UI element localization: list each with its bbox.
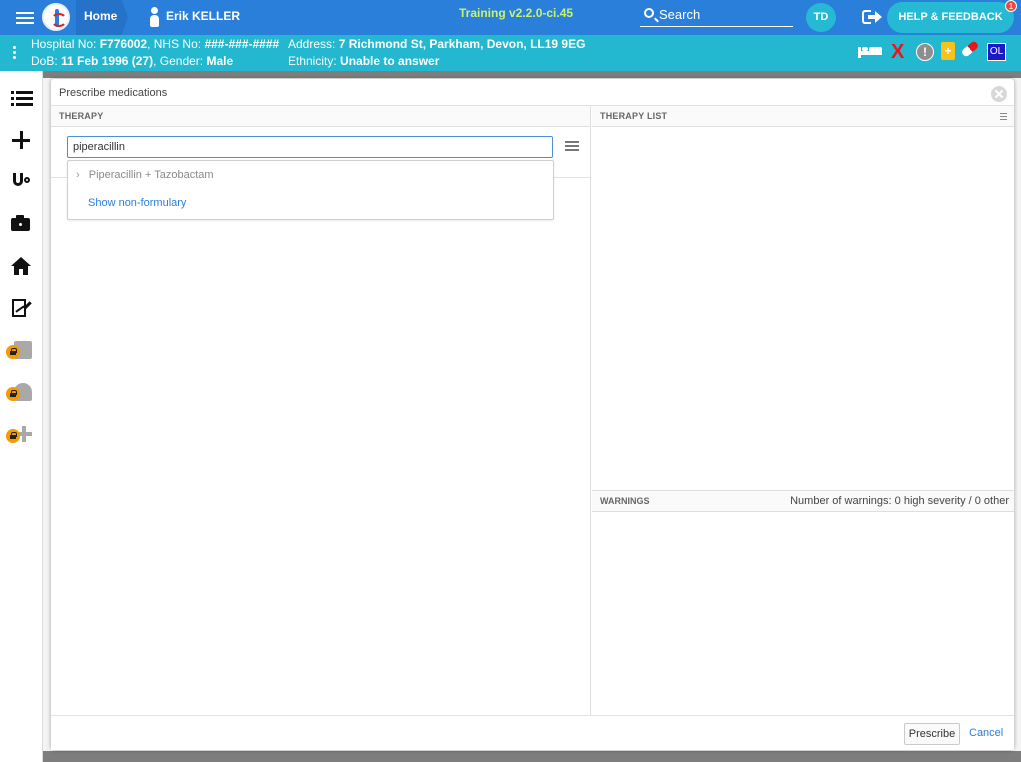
search-icon [644,8,654,18]
close-icon[interactable] [991,86,1007,102]
hamburger-menu-icon[interactable] [16,9,34,27]
top-navigation-bar: Home Erik KELLER Training v2.2.0-ci.45 S… [0,0,1021,35]
stethoscope-icon[interactable] [11,172,33,194]
red-x-icon[interactable]: X [891,42,911,62]
patient-line-2: DoB: 11 Feb 1996 (27), Gender: Male [31,54,234,68]
gender-label: Gender: [159,54,204,68]
camera-icon[interactable] [11,213,33,235]
breadcrumb-home[interactable]: Home [76,0,128,35]
help-feedback-button[interactable]: HELP & FEEDBACK [887,2,1014,33]
dialog-title: Prescribe medications [59,87,168,99]
version-label: Training v2.2.0-ci.45 [459,6,574,20]
search-label: Search [659,7,701,22]
hospital-no-label: Hospital No: [31,37,97,51]
breadcrumb-patient-label: Erik KELLER [166,9,241,23]
search-suggestions-dropdown: › Piperacillin + Tazobactam Show non-for… [67,160,554,220]
patient-menu-icon[interactable] [13,46,17,61]
notification-badge: 1 [1005,0,1017,12]
show-non-formulary-link[interactable]: Show non-formulary [88,197,186,209]
breadcrumb-home-label: Home [84,9,118,23]
patient-address: Address: 7 Richmond St, Parkham, Devon, … [288,37,585,51]
therapy-list-pane: THERAPY LIST WARNINGS Number of warnings… [592,106,1014,715]
therapy-list-header: THERAPY LIST [592,106,1014,127]
therapy-list-body [592,128,1014,490]
therapy-list-header-label: THERAPY LIST [600,111,668,121]
global-search[interactable]: Search [640,5,793,27]
therapy-list-menu-icon[interactable] [1000,113,1007,122]
therapy-pane: THERAPY › Piperacillin + Tazobactam Show… [51,106,591,715]
hamburger-menu-icon[interactable] [565,141,579,151]
clipboard-icon[interactable]: + [941,42,955,60]
lock-icon [6,345,20,359]
ethnicity-value: Unable to answer [340,54,440,68]
list-icon[interactable] [11,91,33,113]
add-icon[interactable] [11,130,33,152]
warnings-count: Number of warnings: 0 high severity / 0 … [790,495,1009,507]
therapy-header-label: THERAPY [59,111,104,121]
dob-value: 11 Feb 1996 (27) [61,54,154,68]
prescribe-medications-dialog: Prescribe medications THERAPY › Piperaci… [51,79,1014,750]
nhs-no-label: NHS No: [153,37,202,51]
patient-banner: Hospital No: F776002, NHS No: ###-###-##… [0,35,1021,71]
cancel-button[interactable]: Cancel [969,727,1003,739]
breadcrumb-patient[interactable]: Erik KELLER [138,0,258,35]
suggestion-item[interactable]: › Piperacillin + Tazobactam [76,169,214,181]
logout-icon[interactable] [862,9,882,25]
ethnicity-label: Ethnicity: [288,54,337,68]
user-avatar[interactable]: TD [806,3,836,32]
dialog-footer: Prescribe Cancel [51,715,1014,750]
locked-mobility-item[interactable] [6,383,36,407]
warnings-header-label: WARNINGS [600,496,650,506]
lock-icon [6,429,20,443]
ol-badge-icon[interactable]: OL [987,43,1006,61]
locked-add-item[interactable] [6,425,36,449]
person-icon [148,7,160,27]
dob-label: DoB: [31,54,58,68]
chevron-right-icon: › [76,169,80,181]
therapy-pane-header: THERAPY [51,106,590,127]
chart-edit-icon[interactable] [11,298,33,320]
nhs-no-value: ###-###-#### [204,37,280,51]
patient-line-1: Hospital No: F776002, NHS No: ###-###-##… [31,37,280,51]
pill-icon[interactable] [960,40,980,58]
bed-icon[interactable] [858,47,882,67]
address-value: 7 Richmond St, Parkham, Devon, LL19 9EG [338,37,586,51]
address-label: Address: [288,37,336,51]
home-icon[interactable] [11,256,33,278]
lock-icon [6,387,20,401]
left-sidebar [0,71,43,762]
locked-clipboard-item[interactable] [6,341,36,365]
gender-value: Male [206,54,234,68]
suggestion-label: Piperacillin + Tazobactam [88,169,214,181]
patient-ethnicity: Ethnicity: Unable to answer [288,54,439,68]
prescribe-button[interactable]: Prescribe [904,723,960,745]
app-logo[interactable] [42,3,70,31]
warnings-header: WARNINGS Number of warnings: 0 high seve… [592,490,1014,512]
alert-icon[interactable]: ! [916,43,934,61]
hospital-no-value: F776002 [99,37,148,51]
medication-search-input[interactable] [67,136,553,158]
